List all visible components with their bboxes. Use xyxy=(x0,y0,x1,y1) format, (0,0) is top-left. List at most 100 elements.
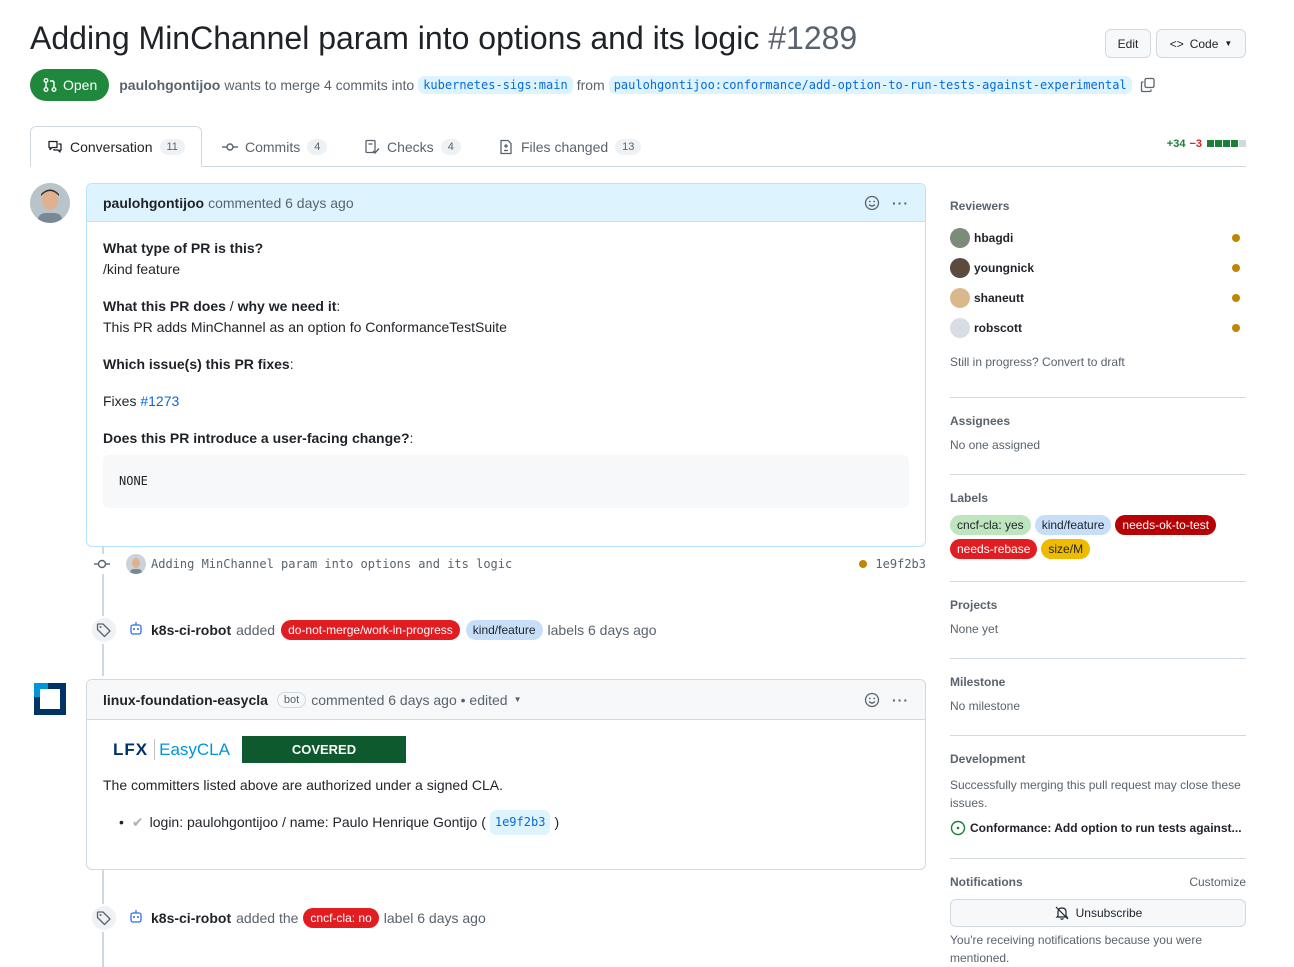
avatar[interactable] xyxy=(126,620,146,640)
copy-icon[interactable] xyxy=(1140,77,1156,93)
projects-title[interactable]: Projects xyxy=(950,598,1246,612)
tab-conversation-count: 11 xyxy=(159,138,185,155)
tab-conversation[interactable]: Conversation 11 xyxy=(30,126,202,167)
avatar[interactable] xyxy=(950,228,970,248)
caret-down-icon[interactable]: ▼ xyxy=(514,695,522,704)
labels-list: cncf-cla: yes kind/feature needs-ok-to-t… xyxy=(950,515,1246,559)
label-do-not-merge[interactable]: do-not-merge/work-in-progress xyxy=(281,620,460,640)
diffstat-blocks xyxy=(1206,138,1246,150)
label-cncf-cla-yes[interactable]: cncf-cla: yes xyxy=(950,515,1031,535)
commit-sha[interactable]: 1e9f2b3 xyxy=(489,810,551,835)
tab-commits[interactable]: Commits 4 xyxy=(222,126,328,167)
kebab-horizontal-icon[interactable]: ··· xyxy=(892,692,909,708)
question-colon: : xyxy=(289,356,294,372)
question-user-facing: Does this PR introduce a user-facing cha… xyxy=(103,430,410,446)
reviewers-title[interactable]: Reviewers xyxy=(950,199,1246,213)
reviewers-section: Reviewers hbagdi youngnick shaneutt robs… xyxy=(950,199,1246,398)
comment-meta[interactable]: commented 6 days ago • edited xyxy=(311,692,507,708)
code-button[interactable]: <> Code ▼ xyxy=(1156,29,1246,58)
git-commit-icon xyxy=(92,554,112,574)
label-needs-rebase[interactable]: needs-rebase xyxy=(950,539,1038,559)
avatar[interactable] xyxy=(30,183,70,223)
avatar[interactable] xyxy=(950,258,970,278)
event-verb: added the xyxy=(236,910,299,926)
question-what: What this PR does xyxy=(103,298,226,314)
avatar[interactable] xyxy=(126,908,146,928)
easycla-comment: linux-foundation-easycla bot commented 6… xyxy=(86,679,926,870)
tab-checks[interactable]: Checks 4 xyxy=(364,126,461,167)
reviewer-item[interactable]: youngnick xyxy=(950,253,1246,283)
event-actor[interactable]: k8s-ci-robot xyxy=(151,910,231,926)
reviewer-item[interactable]: hbagdi xyxy=(950,223,1246,253)
linked-issue-title[interactable]: Conformance: Add option to run tests aga… xyxy=(970,821,1242,835)
code-icon: <> xyxy=(1169,36,1184,51)
label-kind-feature[interactable]: kind/feature xyxy=(465,620,543,640)
unsubscribe-button[interactable]: Unsubscribe xyxy=(950,899,1246,927)
label-size-m[interactable]: size/M xyxy=(1041,539,1091,559)
convert-to-draft-link[interactable]: Still in progress? Convert to draft xyxy=(950,355,1246,369)
head-branch[interactable]: paulohgontijoo:conformance/add-option-to… xyxy=(608,76,1132,94)
issue-link[interactable]: #1273 xyxy=(140,393,179,409)
milestone-title[interactable]: Milestone xyxy=(950,675,1246,689)
fixes-text: Fixes xyxy=(103,393,137,409)
milestone-value: No milestone xyxy=(950,699,1021,713)
reviewer-name[interactable]: hbagdi xyxy=(974,231,1013,245)
reviewer-item[interactable]: robscott xyxy=(950,313,1246,343)
avatar[interactable] xyxy=(950,318,970,338)
assignees-title[interactable]: Assignees xyxy=(950,414,1246,428)
pending-review-dot xyxy=(1232,264,1240,272)
event-verb: added xyxy=(236,622,276,638)
avatar[interactable] xyxy=(126,554,146,574)
event-suffix: labels 6 days ago xyxy=(547,622,657,638)
covered-badge[interactable]: COVERED xyxy=(241,736,406,763)
pending-review-dot xyxy=(1232,234,1240,242)
label-kind-feature[interactable]: kind/feature xyxy=(1034,515,1112,535)
label-needs-ok-to-test[interactable]: needs-ok-to-test xyxy=(1115,515,1217,535)
reviewer-name[interactable]: robscott xyxy=(974,321,1022,335)
pr-author-link[interactable]: paulohgontijoo xyxy=(119,77,220,93)
comment-meta: commented 6 days ago xyxy=(208,194,354,211)
base-branch[interactable]: kubernetes-sigs:main xyxy=(418,76,573,94)
linked-issue[interactable]: Conformance: Add option to run tests aga… xyxy=(950,820,1246,836)
git-pull-request-icon xyxy=(43,78,57,92)
avatar[interactable] xyxy=(950,288,970,308)
diffstat-additions: +34 xyxy=(1166,138,1186,150)
development-title[interactable]: Development xyxy=(950,752,1246,766)
status-pending-dot[interactable] xyxy=(859,560,868,568)
commit-event: Adding MinChannel param into options and… xyxy=(92,554,926,574)
comment-body: LFX EasyCLA COVERED The committers liste… xyxy=(87,720,925,835)
smiley-icon[interactable] xyxy=(864,195,880,211)
edit-button[interactable]: Edit xyxy=(1105,29,1151,58)
tab-checks-label: Checks xyxy=(387,138,434,155)
code-button-label: Code xyxy=(1189,36,1219,51)
cla-text: The committers listed above are authoriz… xyxy=(103,777,503,793)
comment-author[interactable]: paulohgontijoo xyxy=(103,195,204,211)
unsubscribe-label: Unsubscribe xyxy=(1075,906,1143,920)
comment-author[interactable]: linux-foundation-easycla xyxy=(103,692,268,708)
labels-title[interactable]: Labels xyxy=(950,491,1246,505)
question-colon: : xyxy=(336,298,341,314)
tab-files-changed-label: Files changed xyxy=(521,138,609,155)
smiley-icon[interactable] xyxy=(864,692,880,708)
question-type: What type of PR is this? xyxy=(103,240,264,256)
lfx-logo: LFX xyxy=(113,740,149,759)
commit-sha[interactable]: 1e9f2b3 xyxy=(875,557,926,571)
label-cncf-cla-no[interactable]: cncf-cla: no xyxy=(303,908,379,928)
reviewer-name[interactable]: shaneutt xyxy=(974,291,1024,305)
reviewer-name[interactable]: youngnick xyxy=(974,261,1034,275)
tab-commits-count: 4 xyxy=(307,138,328,155)
state-label: Open xyxy=(63,77,98,93)
merge-text: wants to merge 4 commits into xyxy=(224,77,415,93)
pending-review-dot xyxy=(1232,324,1240,332)
projects-value: None yet xyxy=(950,622,999,636)
cla-item-close: ) xyxy=(554,814,560,830)
file-diff-icon xyxy=(500,139,512,154)
event-actor[interactable]: k8s-ci-robot xyxy=(151,622,231,638)
customize-link[interactable]: Customize xyxy=(1189,875,1246,889)
kebab-horizontal-icon[interactable]: ··· xyxy=(892,195,909,211)
tab-files-changed[interactable]: Files changed 13 xyxy=(498,126,642,167)
reviewer-item[interactable]: shaneutt xyxy=(950,283,1246,313)
commit-message[interactable]: Adding MinChannel param into options and… xyxy=(151,557,512,571)
notifications-section: Notifications Customize Unsubscribe You'… xyxy=(950,875,1246,967)
avatar[interactable] xyxy=(30,679,70,719)
